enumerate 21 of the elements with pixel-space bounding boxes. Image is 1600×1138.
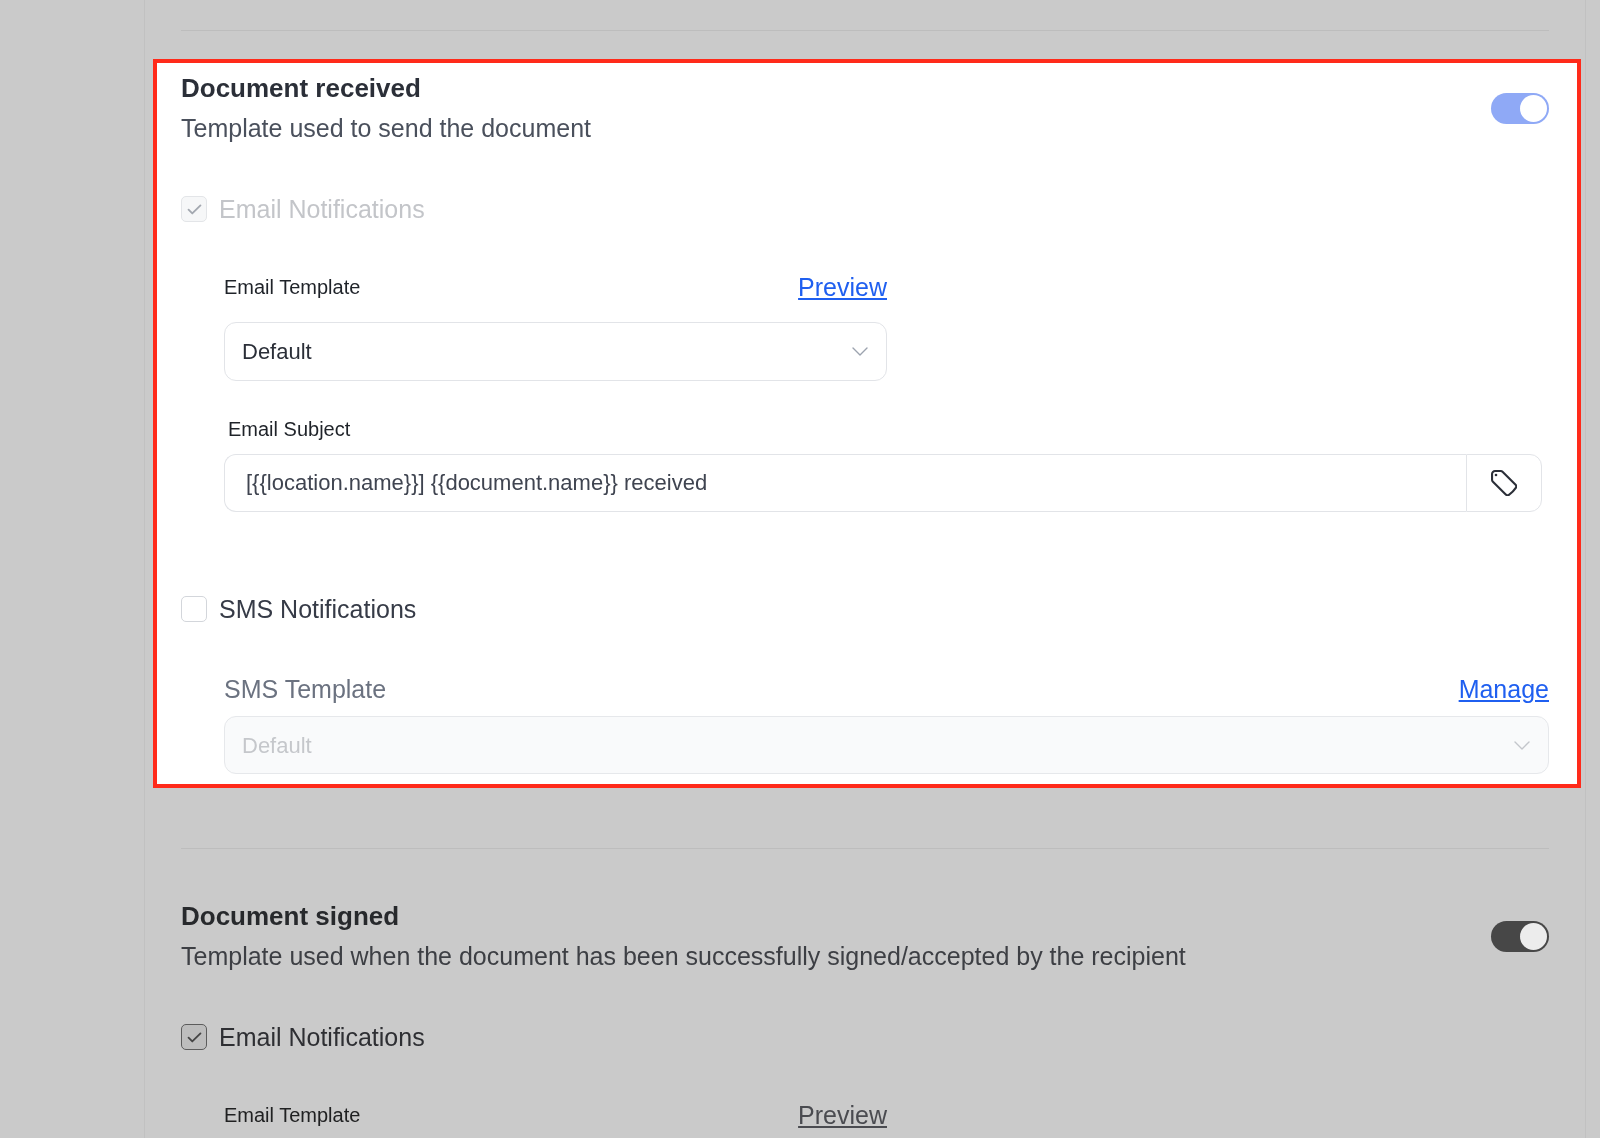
field-label: Email Template <box>224 1103 361 1128</box>
tag-button[interactable] <box>1466 454 1542 512</box>
check-icon <box>186 1031 202 1043</box>
checkbox-label: Email Notifications <box>219 1022 425 1053</box>
checkbox-label: SMS Notifications <box>219 594 417 625</box>
section-description: Template used when the document has been successfully signed/accepted by the recipient <box>181 941 1186 972</box>
chevron-down-icon <box>1514 740 1530 750</box>
check-icon <box>186 203 202 215</box>
section-title: Document signed <box>181 900 401 932</box>
chevron-down-icon <box>852 347 868 356</box>
tag-icon <box>1491 470 1517 496</box>
section-title: Document received <box>181 72 422 104</box>
preview-link[interactable]: Preview <box>798 1099 887 1131</box>
section-description: Template used to send the document <box>181 113 591 144</box>
toggle-switch[interactable] <box>1491 93 1549 124</box>
toggle-switch[interactable] <box>1491 921 1549 952</box>
field-label: Email Subject <box>227 417 352 442</box>
field-label: SMS Template <box>224 674 387 705</box>
checkbox[interactable] <box>181 1024 207 1050</box>
field-label: Email Template <box>224 275 361 300</box>
checkbox-label: Email Notifications <box>219 194 425 225</box>
